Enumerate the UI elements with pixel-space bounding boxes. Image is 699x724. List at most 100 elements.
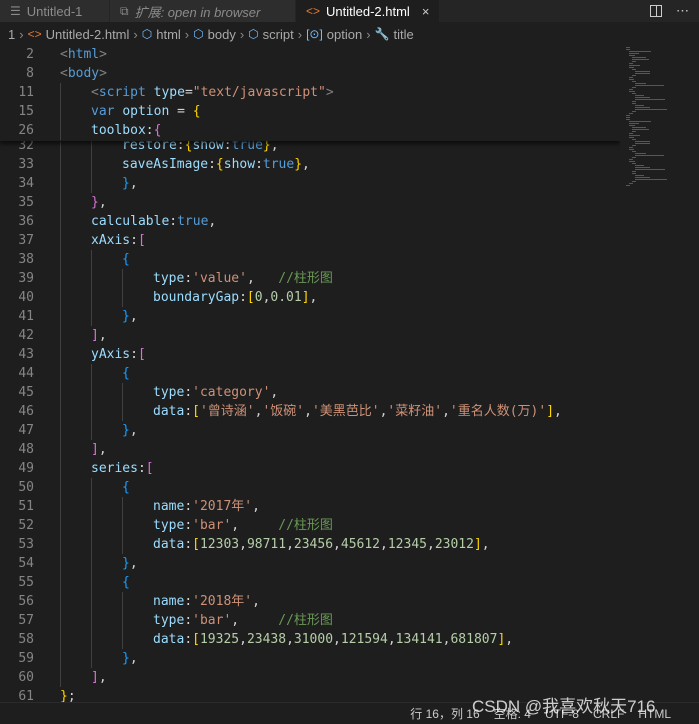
line-number: 38 [18, 252, 34, 267]
minimap-line [632, 111, 636, 112]
code-line[interactable]: 26 toolbox:{ [0, 121, 620, 140]
breadcrumb-script[interactable]: script [263, 27, 294, 42]
code-token: , [129, 176, 138, 191]
indent-guide [91, 497, 92, 516]
cursor-position[interactable]: 行 16，列 16 [410, 705, 479, 722]
code-line[interactable]: 33 saveAsImage:{show:true}, [0, 155, 620, 174]
code-token: data [153, 537, 185, 552]
code-token: = [184, 85, 193, 100]
variable-icon: [⊙] [306, 27, 323, 41]
code-line[interactable]: 44 { [0, 364, 620, 383]
watermark: CSDN @我喜欢秋天716 [472, 697, 656, 716]
vertical-scrollbar[interactable] [686, 45, 699, 702]
code-line[interactable]: 2 <html> [0, 45, 620, 64]
indent-guide [60, 212, 61, 231]
code-token: : [130, 233, 138, 248]
code-token: , [231, 518, 279, 533]
code-line[interactable]: 60], [0, 668, 620, 687]
tab-untitled-2-html[interactable]: <> Untitled-2.html × [296, 0, 441, 22]
breadcrumb-title[interactable]: title [394, 27, 414, 42]
code-line[interactable]: 50 { [0, 478, 620, 497]
code-line[interactable]: 48], [0, 440, 620, 459]
code-token: , [208, 214, 217, 229]
code-line[interactable]: 59}, [0, 649, 620, 668]
code-line[interactable]: 54}, [0, 554, 620, 573]
tab-label: Untitled-1 [26, 3, 83, 19]
tab-extension-open-in-browser[interactable]: ⧉ 扩展: open in browser [110, 0, 296, 22]
code-line[interactable]: 37 xAxis:[ [0, 231, 620, 250]
code-line[interactable]: 58 data:[19325,23438,31000,121594,134141,… [0, 630, 620, 649]
tab-untitled-1[interactable]: ☰ Untitled-1 [0, 0, 110, 22]
line-number: 43 [18, 347, 34, 362]
code-token: , [98, 442, 107, 457]
indent-guide [60, 649, 61, 668]
minimap-line [629, 125, 636, 126]
code-editor[interactable]: 32 restore:{show:true}, 33 saveAsImage:{sho… [0, 45, 620, 702]
code-line[interactable]: 11 <script type="text/javascript"> [0, 83, 620, 102]
minimap-line [635, 167, 650, 168]
code-line[interactable]: 34}, [0, 174, 620, 193]
code-line[interactable]: 42], [0, 326, 620, 345]
code-line[interactable]: 45 type:'category', [0, 383, 620, 402]
code-token: , [380, 537, 388, 552]
breadcrumb-option[interactable]: option [327, 27, 362, 42]
breadcrumb-file[interactable]: Untitled-2.html [46, 27, 130, 42]
breadcrumb-html[interactable]: html [156, 27, 181, 42]
code-text: type:'value', //柱形图 [153, 269, 333, 288]
minimap-line [629, 147, 633, 148]
minimap-line [629, 135, 641, 136]
code-line[interactable]: 39 type:'value', //柱形图 [0, 269, 620, 288]
indent-guide [60, 421, 61, 440]
minimap-line [635, 175, 645, 176]
chevron-right-icon: › [19, 26, 24, 42]
code-line[interactable]: 56 name:'2018年', [0, 592, 620, 611]
line-number: 47 [18, 423, 34, 438]
code-token: 0.01 [270, 290, 302, 305]
code-line[interactable]: 49 series:[ [0, 459, 620, 478]
indent-guide [60, 459, 61, 478]
more-actions-icon[interactable]: ⋯ [676, 3, 689, 19]
code-line[interactable]: 40 boundaryGap:[0,0.01], [0, 288, 620, 307]
line-number: 61 [18, 689, 34, 702]
code-line[interactable]: 43 yAxis:[ [0, 345, 620, 364]
close-icon[interactable]: × [422, 4, 430, 19]
code-line[interactable]: 57 type:'bar', //柱形图 [0, 611, 620, 630]
code-text: <body> [60, 64, 107, 83]
indent-guide [60, 364, 61, 383]
code-line[interactable]: 15 var option = { [0, 102, 620, 121]
code-token: { [122, 252, 130, 267]
code-token: : [184, 594, 193, 609]
line-number: 39 [18, 271, 34, 286]
minimap-line [635, 143, 650, 144]
code-line[interactable]: 47}, [0, 421, 620, 440]
minimap[interactable] [622, 45, 684, 186]
code-line[interactable]: 53 data:[12303,98711,23456,45612,12345,23… [0, 535, 620, 554]
indent-guide [91, 630, 92, 649]
minimap-line [635, 83, 647, 84]
sticky-scroll-header: 2 <html> 8 <body> 11 <script type="text/javas… [0, 45, 620, 141]
code-line[interactable]: 35}, [0, 193, 620, 212]
code-token: , [387, 632, 396, 647]
minimap-line [632, 75, 636, 76]
code-line[interactable]: 52 type:'bar', //柱形图 [0, 516, 620, 535]
code-line[interactable]: 38 { [0, 250, 620, 269]
indent-guide [91, 307, 92, 326]
code-token: : [169, 214, 178, 229]
code-token: 681807 [450, 632, 498, 647]
code-line[interactable]: 36 calculable:true, [0, 212, 620, 231]
code-line[interactable]: 8 <body> [0, 64, 620, 83]
breadcrumb-body[interactable]: body [208, 27, 236, 42]
code-token: 121594 [340, 632, 388, 647]
line-number: 42 [18, 328, 34, 343]
split-editor-icon[interactable] [650, 5, 662, 17]
code-line[interactable]: 41}, [0, 307, 620, 326]
code-token: [ [145, 461, 154, 476]
code-token: , [98, 328, 107, 343]
minimap-line [635, 165, 645, 166]
code-token: html [67, 47, 100, 62]
code-line[interactable]: 55 { [0, 573, 620, 592]
code-line[interactable]: 46 data:['曾诗涵','饭碗','美黑芭比','菜籽油','重名人数(万)… [0, 402, 620, 421]
code-token: yAxis [91, 347, 131, 362]
code-line[interactable]: 51 name:'2017年', [0, 497, 620, 516]
indent-guide [60, 102, 61, 121]
